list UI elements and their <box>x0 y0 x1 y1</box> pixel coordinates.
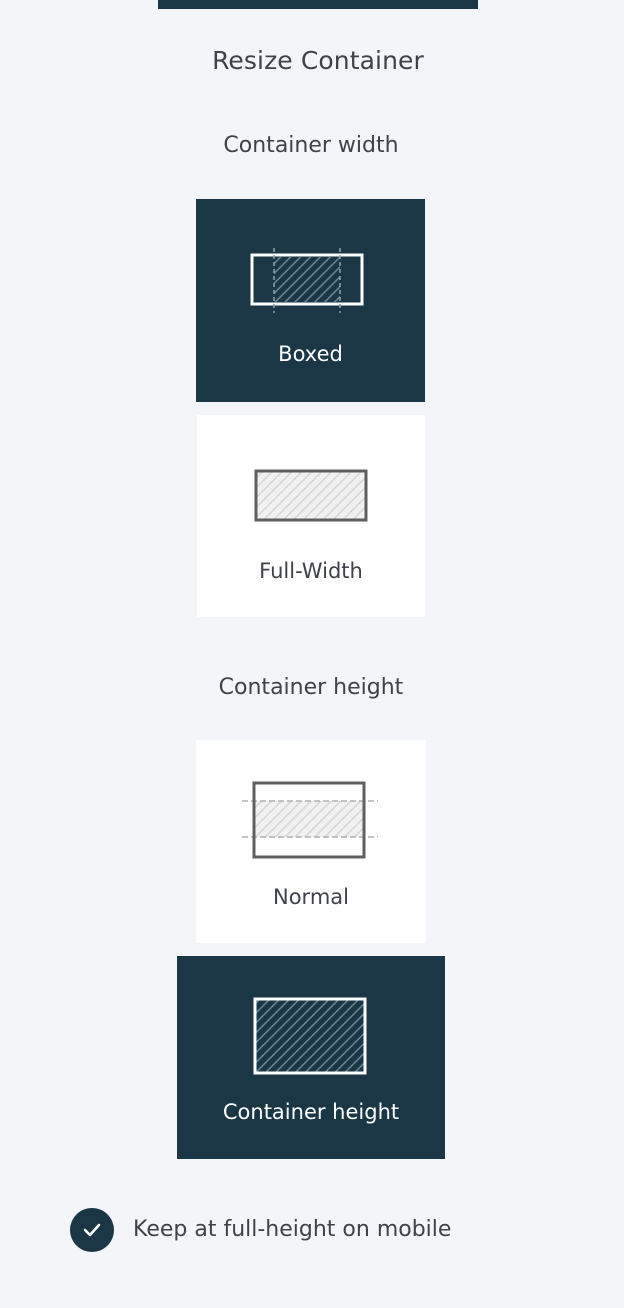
option-boxed[interactable]: Boxed <box>196 199 425 402</box>
keep-full-height-mobile-checkbox[interactable]: Keep at full-height on mobile <box>70 1208 451 1252</box>
check-icon <box>83 1223 101 1237</box>
option-boxed-label: Boxed <box>278 342 343 366</box>
container-width-label: Container width <box>223 133 399 158</box>
option-full-width[interactable]: Full-Width <box>197 415 425 617</box>
option-container-height[interactable]: Container height <box>177 956 445 1159</box>
option-full-width-label: Full-Width <box>259 559 363 583</box>
full-width-icon <box>254 469 368 522</box>
normal-height-icon <box>242 781 378 859</box>
panel-title: Resize Container <box>212 46 424 75</box>
option-container-height-label: Container height <box>222 1100 400 1124</box>
container-height-label: Container height <box>218 675 404 700</box>
boxed-width-icon <box>250 248 364 313</box>
checkbox-checked-indicator[interactable] <box>70 1208 114 1252</box>
option-normal-label: Normal <box>273 885 349 909</box>
container-height-icon <box>253 997 367 1075</box>
top-accent-bar <box>158 0 478 9</box>
option-normal[interactable]: Normal <box>196 740 426 943</box>
keep-full-height-mobile-label: Keep at full-height on mobile <box>133 1217 452 1242</box>
